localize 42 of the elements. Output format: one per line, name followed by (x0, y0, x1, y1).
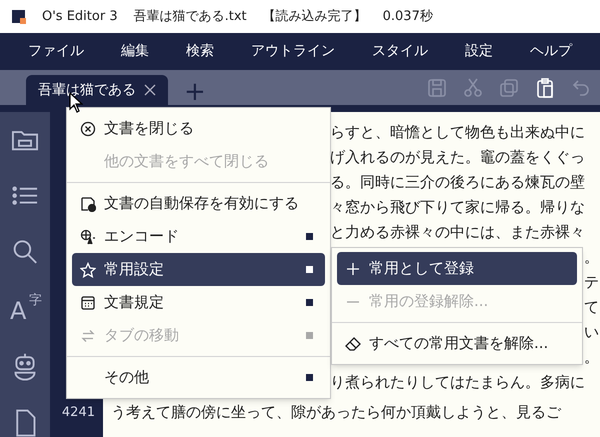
calendar-icon (80, 294, 96, 310)
load-status: 【読み込み完了】 (262, 8, 367, 26)
minus-icon (347, 300, 359, 302)
text-line: 。 (584, 348, 599, 366)
load-time: 0.037秒 (382, 8, 433, 26)
menu-item[interactable]: 検索 (186, 41, 214, 62)
close-icon (144, 84, 156, 96)
text-line: らすと、暗憺として物色も出来ぬ中に (330, 123, 585, 141)
text-line: と力める赤裸々の中には、また赤裸々 (330, 223, 585, 241)
text-line: 。 (584, 248, 599, 266)
star-icon (80, 262, 96, 278)
menu-item[interactable]: 設定 (465, 41, 493, 62)
menu-item[interactable]: エンコード (72, 220, 325, 253)
menu-item[interactable]: すべての常用文書を解除... (337, 327, 577, 360)
menu-item[interactable]: ファイル (28, 41, 84, 62)
plus-icon (345, 260, 361, 276)
paste-icon[interactable] (534, 76, 556, 98)
menu-item[interactable]: アウトライン (251, 41, 335, 62)
text-line: る。同時に三介の後ろにある煉瓦の壁 (330, 173, 585, 191)
menu-item[interactable]: 常用設定 (72, 253, 325, 286)
line-number: 4241 (62, 405, 95, 420)
menu-item[interactable]: 文書規定 (72, 286, 325, 319)
text-line: い (584, 323, 599, 341)
text-line: テ (584, 273, 599, 291)
app-logo-icon (12, 10, 26, 24)
swap-icon (80, 328, 96, 344)
menu-item[interactable]: 編集 (121, 41, 149, 62)
menu-item[interactable]: その他 (72, 361, 325, 394)
app-name: O's Editor 3 (42, 8, 118, 26)
menu-item[interactable]: 常用として登録 (337, 252, 577, 285)
text-line: げ入れるのが見えた。竈の蓋をくぐっ (330, 148, 585, 166)
text-line: り煮られたりしてはたまらん。多病に (330, 373, 585, 391)
menu-item[interactable]: 文書を閉じる (72, 112, 325, 145)
text-line: 々窓から飛び下りて家に帰る。帰りな (330, 198, 585, 216)
menu-item[interactable]: ヘルプ (530, 41, 572, 62)
menu-item[interactable]: 文書の自動保存を有効にする (72, 187, 325, 220)
close-icon (80, 120, 96, 136)
text-line: て (584, 298, 599, 316)
file-name: 吾輩は猫である.txt (134, 8, 247, 26)
menu-item[interactable]: スタイル (372, 41, 428, 62)
text-line: う考えて膳の傍に坐って、隙があったら何か頂戴しようと、見るご (111, 403, 561, 421)
eraser-icon (345, 336, 361, 352)
